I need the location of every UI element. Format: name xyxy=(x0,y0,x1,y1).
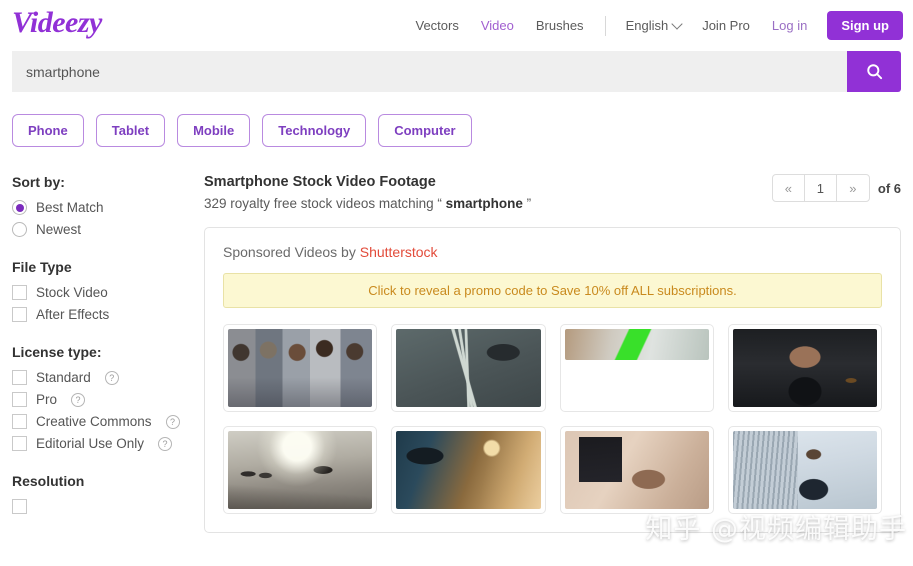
results-heading-text: Smartphone Stock Video Footage 329 royal… xyxy=(204,174,531,211)
thumbnail-image xyxy=(732,431,877,509)
sort-option-newest[interactable]: Newest xyxy=(12,222,204,237)
checkbox-after-effects[interactable] xyxy=(12,307,27,322)
file-type-option-label: After Effects xyxy=(36,307,110,322)
sort-option-label: Newest xyxy=(36,222,82,237)
tag-phone[interactable]: Phone xyxy=(12,114,84,147)
license-option-standard[interactable]: Standard ? xyxy=(12,370,204,385)
main-nav: Vectors Video Brushes English Join Pro L… xyxy=(404,11,903,40)
results-header: Smartphone Stock Video Footage 329 royal… xyxy=(204,174,901,211)
help-icon[interactable]: ? xyxy=(71,392,86,407)
thumbnail-businessman-outdoors-phone[interactable] xyxy=(727,426,882,514)
thumbnail-baby-video-call[interactable] xyxy=(559,426,714,514)
sponsored-thumbnail-grid xyxy=(223,324,882,514)
license-option-pro[interactable]: Pro ? xyxy=(12,392,204,407)
sort-option-best-match[interactable]: Best Match xyxy=(12,200,204,215)
search-bar xyxy=(12,51,901,92)
thumbnail-image xyxy=(396,431,541,509)
pagination-prev-button[interactable]: « xyxy=(773,175,805,201)
nav-link-vectors[interactable]: Vectors xyxy=(404,18,469,33)
language-selector[interactable]: English xyxy=(616,17,692,33)
thumbnail-man-with-headphones-phone[interactable] xyxy=(727,324,882,412)
filter-group-sort: Sort by: Best Match Newest xyxy=(12,174,204,237)
sponsored-panel: Sponsored Videos by Shutterstock Click t… xyxy=(204,227,901,533)
thumbnail-image xyxy=(228,431,373,509)
checkbox-resolution[interactable] xyxy=(12,499,27,514)
help-icon[interactable]: ? xyxy=(104,370,119,385)
quote-open: “ xyxy=(437,196,446,211)
search-term: smartphone xyxy=(445,196,523,211)
filter-group-resolution: Resolution xyxy=(12,473,204,514)
radio-best-match[interactable] xyxy=(12,200,27,215)
language-label: English xyxy=(625,18,669,33)
tag-tablet[interactable]: Tablet xyxy=(95,114,166,147)
license-option-label: Standard xyxy=(36,370,91,385)
radio-newest[interactable] xyxy=(12,222,27,237)
license-option-editorial-use-only[interactable]: Editorial Use Only ? xyxy=(12,436,204,451)
sponsored-label: Sponsored Videos by Shutterstock xyxy=(223,244,882,260)
filter-sidebar: Sort by: Best Match Newest File Type Sto… xyxy=(12,174,204,536)
nav-link-join-pro[interactable]: Join Pro xyxy=(691,18,761,33)
results-main: Smartphone Stock Video Footage 329 royal… xyxy=(204,174,913,536)
thumbnail-green-screen-phone[interactable] xyxy=(559,324,714,412)
resolution-heading: Resolution xyxy=(12,473,85,489)
license-option-creative-commons[interactable]: Creative Commons ? xyxy=(12,414,204,429)
thumbnail-image xyxy=(564,329,709,360)
checkbox-editorial-use-only[interactable] xyxy=(12,436,27,451)
shutterstock-link[interactable]: Shutterstock xyxy=(360,244,438,260)
page-title: Smartphone Stock Video Footage xyxy=(204,174,436,190)
sign-up-button[interactable]: Sign up xyxy=(827,11,903,40)
pagination-total-label: of 6 xyxy=(877,180,901,196)
nav-link-log-in[interactable]: Log in xyxy=(761,18,818,33)
filter-group-file-type: File Type Stock Video After Effects xyxy=(12,259,204,322)
related-tags: Phone Tablet Mobile Technology Computer xyxy=(12,114,913,147)
thumbnail-five-people-using-phones[interactable] xyxy=(223,324,378,412)
promo-banner[interactable]: Click to reveal a promo code to Save 10%… xyxy=(223,273,882,308)
tag-technology[interactable]: Technology xyxy=(262,114,367,147)
thumbnail-image xyxy=(732,329,877,407)
resolution-option-partial[interactable] xyxy=(12,499,204,514)
license-option-label: Editorial Use Only xyxy=(36,436,145,451)
thumbnail-image xyxy=(228,329,373,407)
pagination-area: « 1 » of 6 xyxy=(771,174,901,202)
file-type-option-after-effects[interactable]: After Effects xyxy=(12,307,204,322)
thumbnail-image xyxy=(564,431,709,509)
thumbnail-aerial-man-on-street[interactable] xyxy=(391,324,546,412)
videezy-logo[interactable]: Videezy xyxy=(12,6,102,40)
checkbox-stock-video[interactable] xyxy=(12,285,27,300)
license-option-label: Creative Commons xyxy=(36,414,152,429)
thumbnail-man-in-warm-room-phone[interactable] xyxy=(391,426,546,514)
nav-divider xyxy=(604,15,606,36)
results-count-text: 329 royalty free stock videos matching “… xyxy=(204,196,531,211)
nav-link-brushes[interactable]: Brushes xyxy=(525,18,595,33)
checkbox-creative-commons[interactable] xyxy=(12,414,27,429)
results-count-prefix: 329 royalty free stock videos matching xyxy=(204,196,438,211)
quote-close: ” xyxy=(522,196,532,211)
file-type-option-stock-video[interactable]: Stock Video xyxy=(12,285,204,300)
license-heading: License type: xyxy=(12,344,102,360)
license-option-label: Pro xyxy=(36,392,58,407)
sort-option-label: Best Match xyxy=(36,200,104,215)
sponsored-label-prefix: Sponsored Videos by xyxy=(223,244,360,260)
sort-heading: Sort by: xyxy=(12,174,65,190)
tag-mobile[interactable]: Mobile xyxy=(177,114,251,147)
chevron-down-icon xyxy=(671,17,683,30)
thumbnail-backlit-street-crowd[interactable] xyxy=(223,426,378,514)
file-type-heading: File Type xyxy=(12,259,72,275)
tag-computer[interactable]: Computer xyxy=(378,114,472,147)
help-icon[interactable]: ? xyxy=(165,414,180,429)
search-input[interactable] xyxy=(12,51,847,92)
pagination-next-button[interactable]: » xyxy=(837,175,869,201)
pagination-current-page[interactable]: 1 xyxy=(805,175,837,201)
thumbnail-image xyxy=(396,329,541,407)
filter-group-license: License type: Standard ? Pro ? Creative … xyxy=(12,344,204,451)
pagination: « 1 » xyxy=(771,174,870,202)
site-header: Videezy Vectors Video Brushes English Jo… xyxy=(0,0,913,46)
file-type-option-label: Stock Video xyxy=(36,285,108,300)
checkbox-pro[interactable] xyxy=(12,392,27,407)
search-button[interactable] xyxy=(847,51,901,92)
checkbox-standard[interactable] xyxy=(12,370,27,385)
help-icon[interactable]: ? xyxy=(158,436,173,451)
search-icon xyxy=(866,64,882,80)
nav-link-video[interactable]: Video xyxy=(470,18,525,33)
